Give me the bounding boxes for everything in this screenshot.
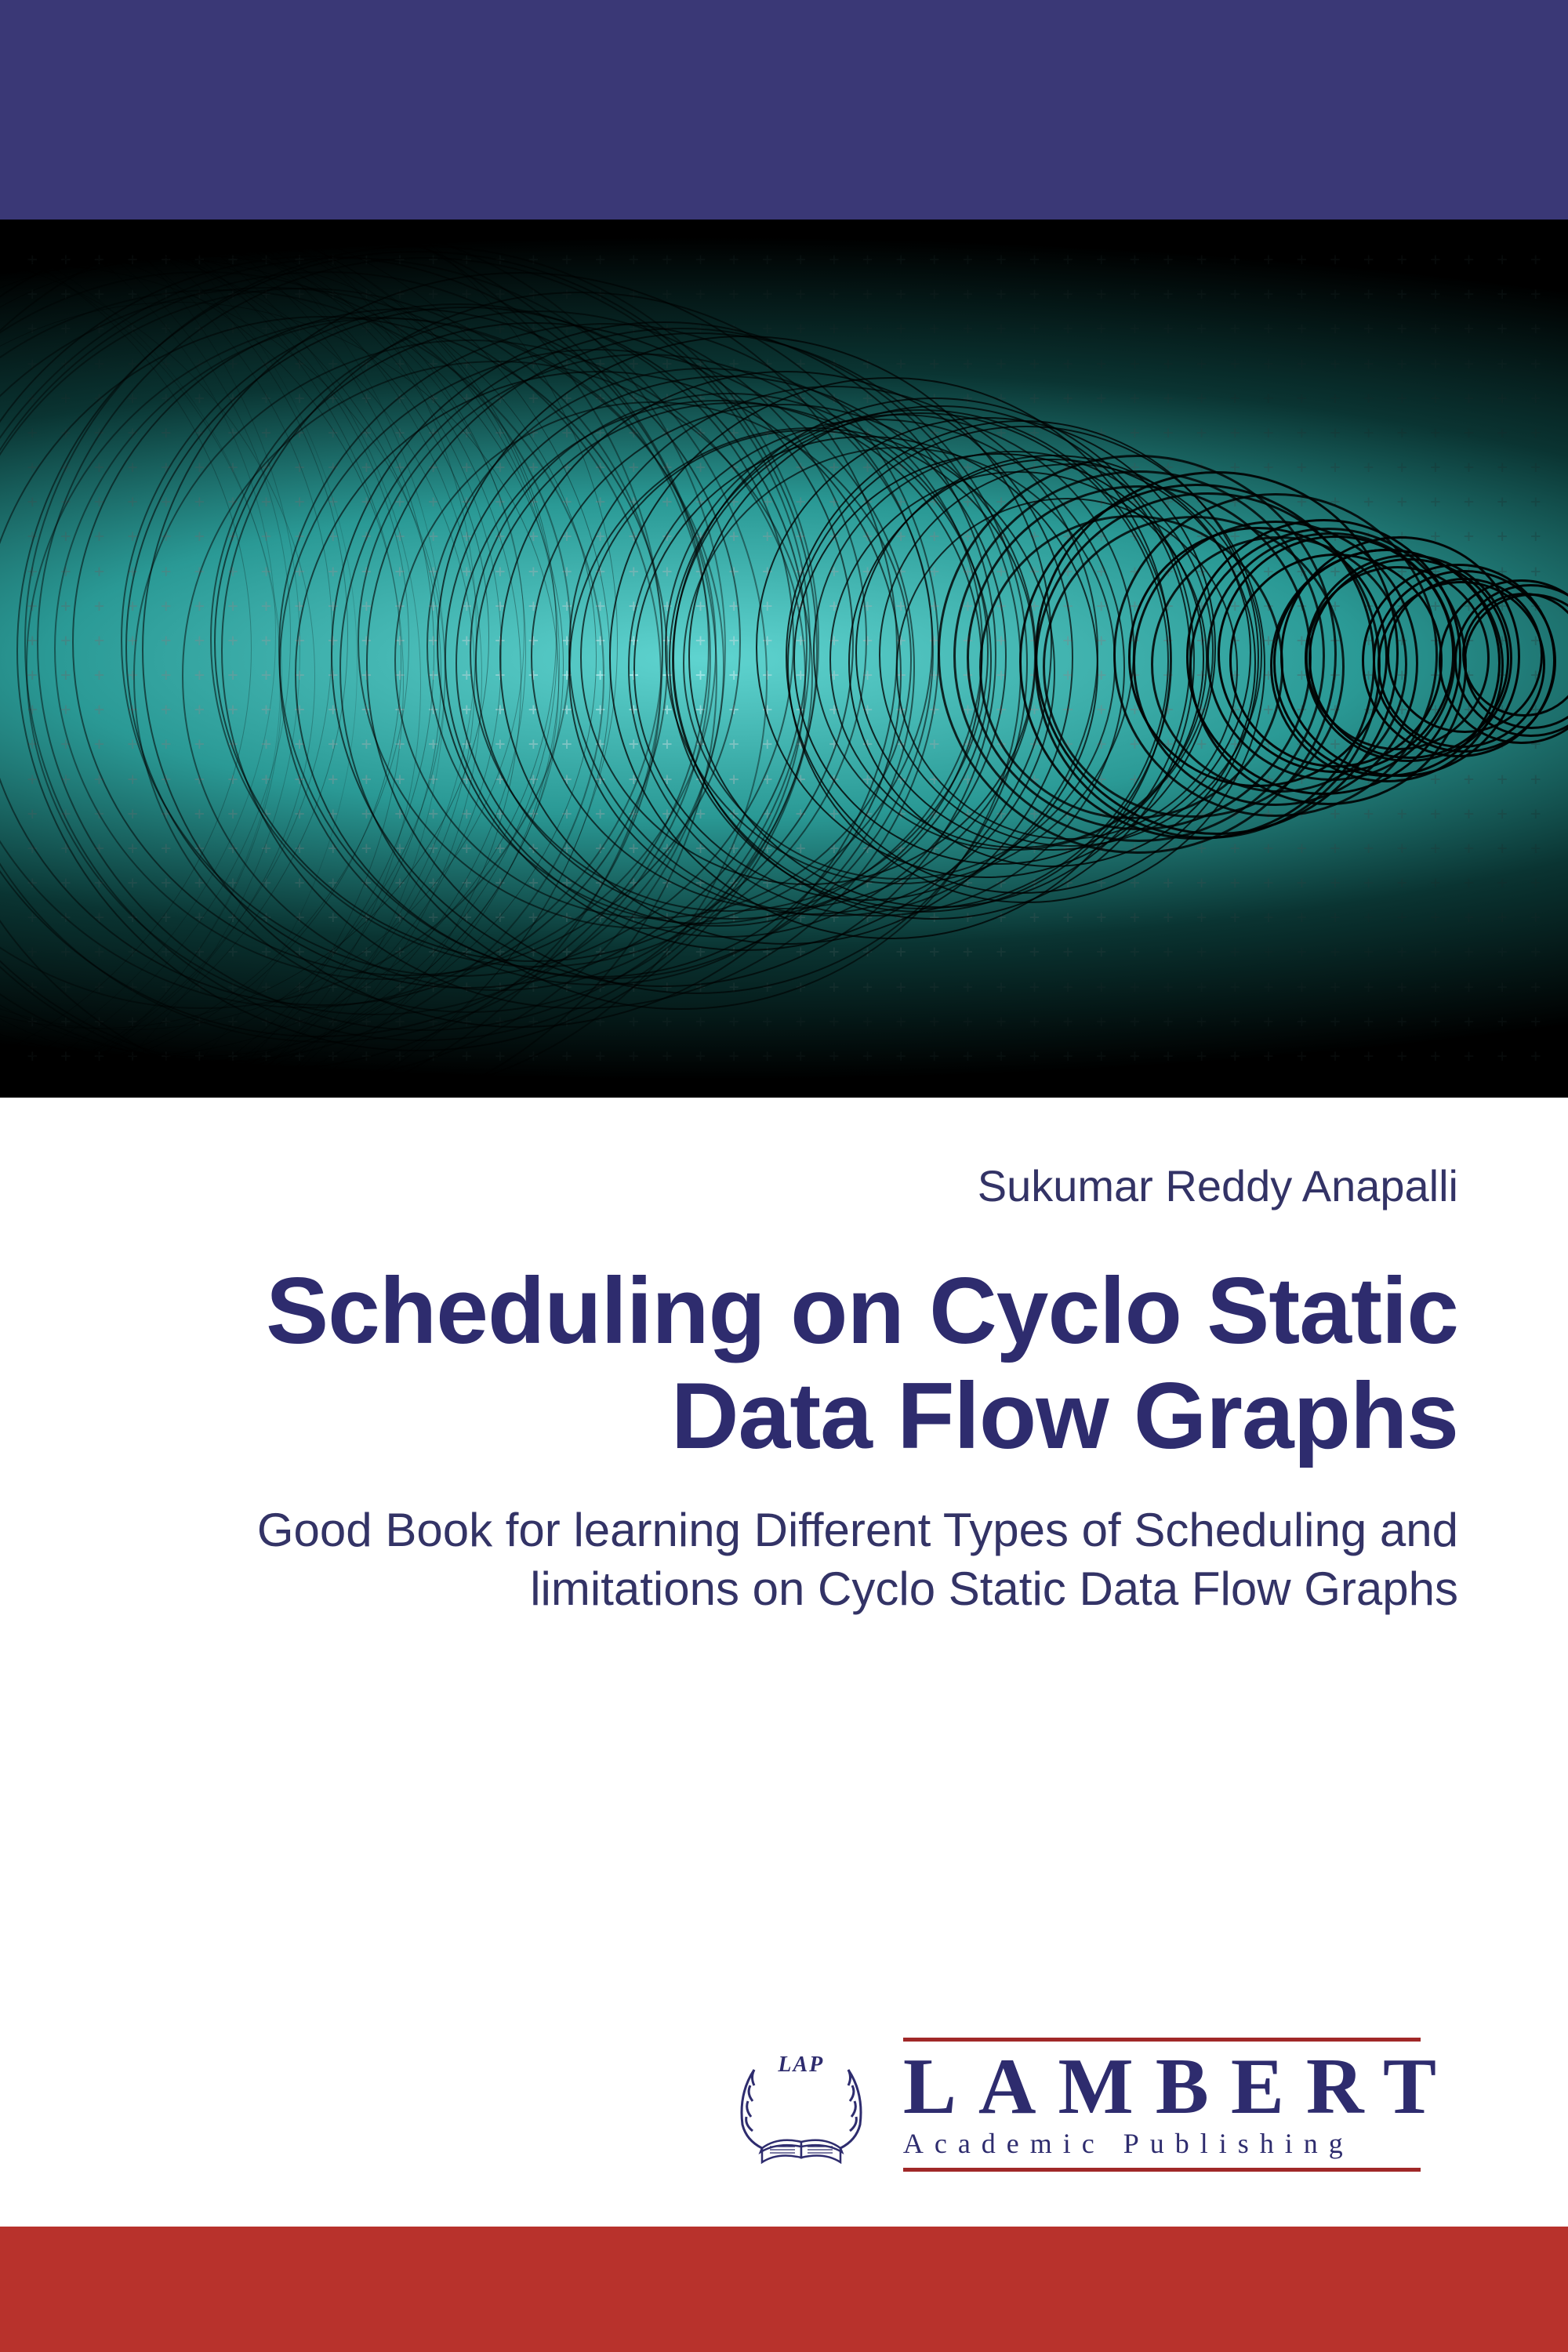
cover-art: ++++++++++++++++++++++++++++++++++++++++…	[0, 220, 1568, 1098]
bottom-bar	[0, 2227, 1568, 2352]
author-name: Sukumar Reddy Anapalli	[110, 1160, 1458, 1211]
book-subtitle: Good Book for learning Different Types o…	[110, 1501, 1458, 1618]
publisher-text-block: LAMBERT Academic Publishing	[903, 2038, 1458, 2172]
publisher-emblem: LAP	[723, 2046, 880, 2164]
publisher-emblem-text: LAP	[778, 2053, 824, 2078]
text-block: Sukumar Reddy Anapalli Scheduling on Cyc…	[110, 1160, 1458, 1618]
publisher-subline: Academic Publishing	[903, 2127, 1458, 2160]
publisher-rule-bottom	[903, 2168, 1421, 2172]
publisher-name: LAMBERT	[903, 2049, 1458, 2125]
publisher-logo: LAP LAMBERT Academic Publishing	[723, 2038, 1458, 2172]
book-icon	[754, 2109, 848, 2164]
top-bar	[0, 0, 1568, 220]
circle-pattern	[0, 220, 1568, 1098]
publisher-rule-top	[903, 2038, 1421, 2042]
book-title: Scheduling on Cyclo Static Data Flow Gra…	[110, 1258, 1458, 1469]
